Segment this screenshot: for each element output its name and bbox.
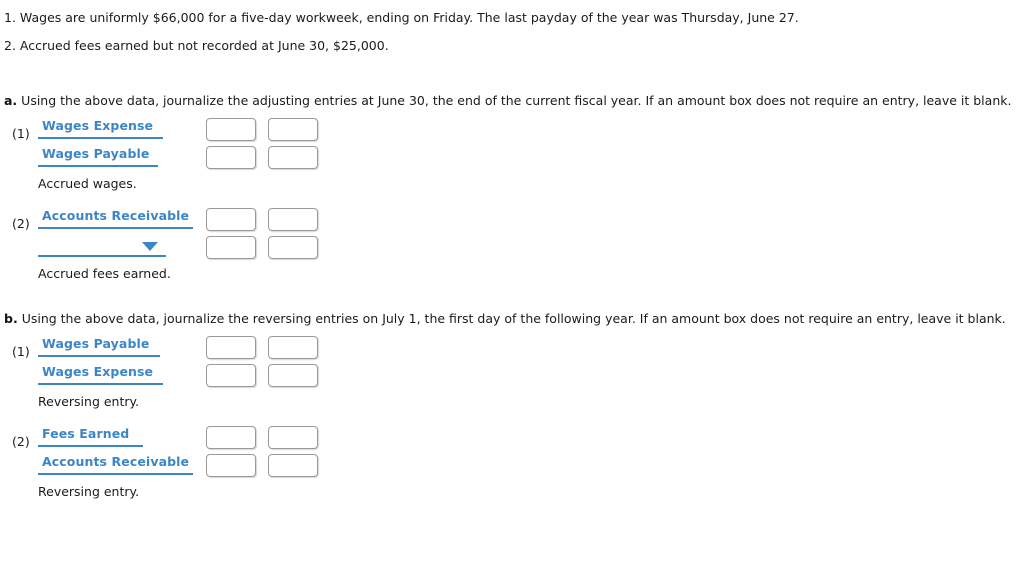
chevron-down-icon[interactable] — [142, 242, 158, 251]
part-letter-a: a. — [4, 93, 18, 108]
account-label: Wages Payable — [42, 146, 150, 161]
account-label: Wages Expense — [42, 118, 154, 133]
worksheet-page: 1. Wages are uniformly $66,000 for a fiv… — [0, 0, 1026, 571]
given-item-text: Wages are uniformly $66,000 for a five-d… — [19, 10, 799, 25]
entry-marker: (1) — [12, 344, 30, 359]
entry-marker: (1) — [12, 126, 30, 141]
credit-amount-input-a2r2[interactable] — [268, 236, 318, 259]
credit-amount-input-b2r1[interactable] — [268, 426, 318, 449]
account-select-b2-credit[interactable]: Accounts Receivable — [38, 453, 193, 475]
account-select-a1-debit[interactable]: Wages Expense — [38, 117, 163, 139]
given-item-text: Accrued fees earned but not recorded at … — [19, 38, 389, 53]
entry-memo: Accrued wages. — [38, 176, 137, 191]
credit-amount-input-b1r1[interactable] — [268, 336, 318, 359]
entry-marker: (2) — [12, 216, 30, 231]
given-item-number: 2. — [4, 38, 16, 53]
account-select-a1-credit[interactable]: Wages Payable — [38, 145, 158, 167]
credit-amount-input-a1r1[interactable] — [268, 118, 318, 141]
given-item: 2. Accrued fees earned but not recorded … — [4, 38, 389, 55]
account-label: Fees Earned — [42, 426, 130, 441]
credit-amount-input-b1r2[interactable] — [268, 364, 318, 387]
entry-marker: (2) — [12, 434, 30, 449]
part-letter-b: b. — [4, 311, 18, 326]
credit-amount-input-a2r1[interactable] — [268, 208, 318, 231]
given-item-number: 1. — [4, 10, 16, 25]
requirement-a-text: Using the above data, journalize the adj… — [21, 93, 1012, 108]
entry-memo: Accrued fees earned. — [38, 266, 171, 281]
debit-amount-input-a1r2[interactable] — [206, 146, 256, 169]
account-label: Wages Expense — [42, 364, 154, 379]
account-label: Accounts Receivable — [42, 454, 190, 469]
account-select-b2-debit[interactable]: Fees Earned — [38, 425, 143, 447]
account-select-a2-credit[interactable] — [38, 235, 166, 257]
account-label: Wages Payable — [42, 336, 150, 351]
debit-amount-input-b2r2[interactable] — [206, 454, 256, 477]
debit-amount-input-a2r1[interactable] — [206, 208, 256, 231]
requirement-b-text: Using the above data, journalize the rev… — [21, 311, 1006, 326]
account-select-a2-debit[interactable]: Accounts Receivable — [38, 207, 193, 229]
account-select-b1-credit[interactable]: Wages Expense — [38, 363, 163, 385]
credit-amount-input-b2r2[interactable] — [268, 454, 318, 477]
entry-memo: Reversing entry. — [38, 394, 140, 409]
entry-memo: Reversing entry. — [38, 484, 140, 499]
requirement-b: b. Using the above data, journalize the … — [0, 311, 1006, 328]
given-item: 1. Wages are uniformly $66,000 for a fiv… — [4, 10, 799, 27]
debit-amount-input-a1r1[interactable] — [206, 118, 256, 141]
credit-amount-input-a1r2[interactable] — [268, 146, 318, 169]
debit-amount-input-b2r1[interactable] — [206, 426, 256, 449]
account-select-b1-debit[interactable]: Wages Payable — [38, 335, 160, 357]
requirement-a: a. Using the above data, journalize the … — [0, 93, 1011, 110]
debit-amount-input-b1r1[interactable] — [206, 336, 256, 359]
debit-amount-input-b1r2[interactable] — [206, 364, 256, 387]
account-label: Accounts Receivable — [42, 208, 190, 223]
debit-amount-input-a2r2[interactable] — [206, 236, 256, 259]
